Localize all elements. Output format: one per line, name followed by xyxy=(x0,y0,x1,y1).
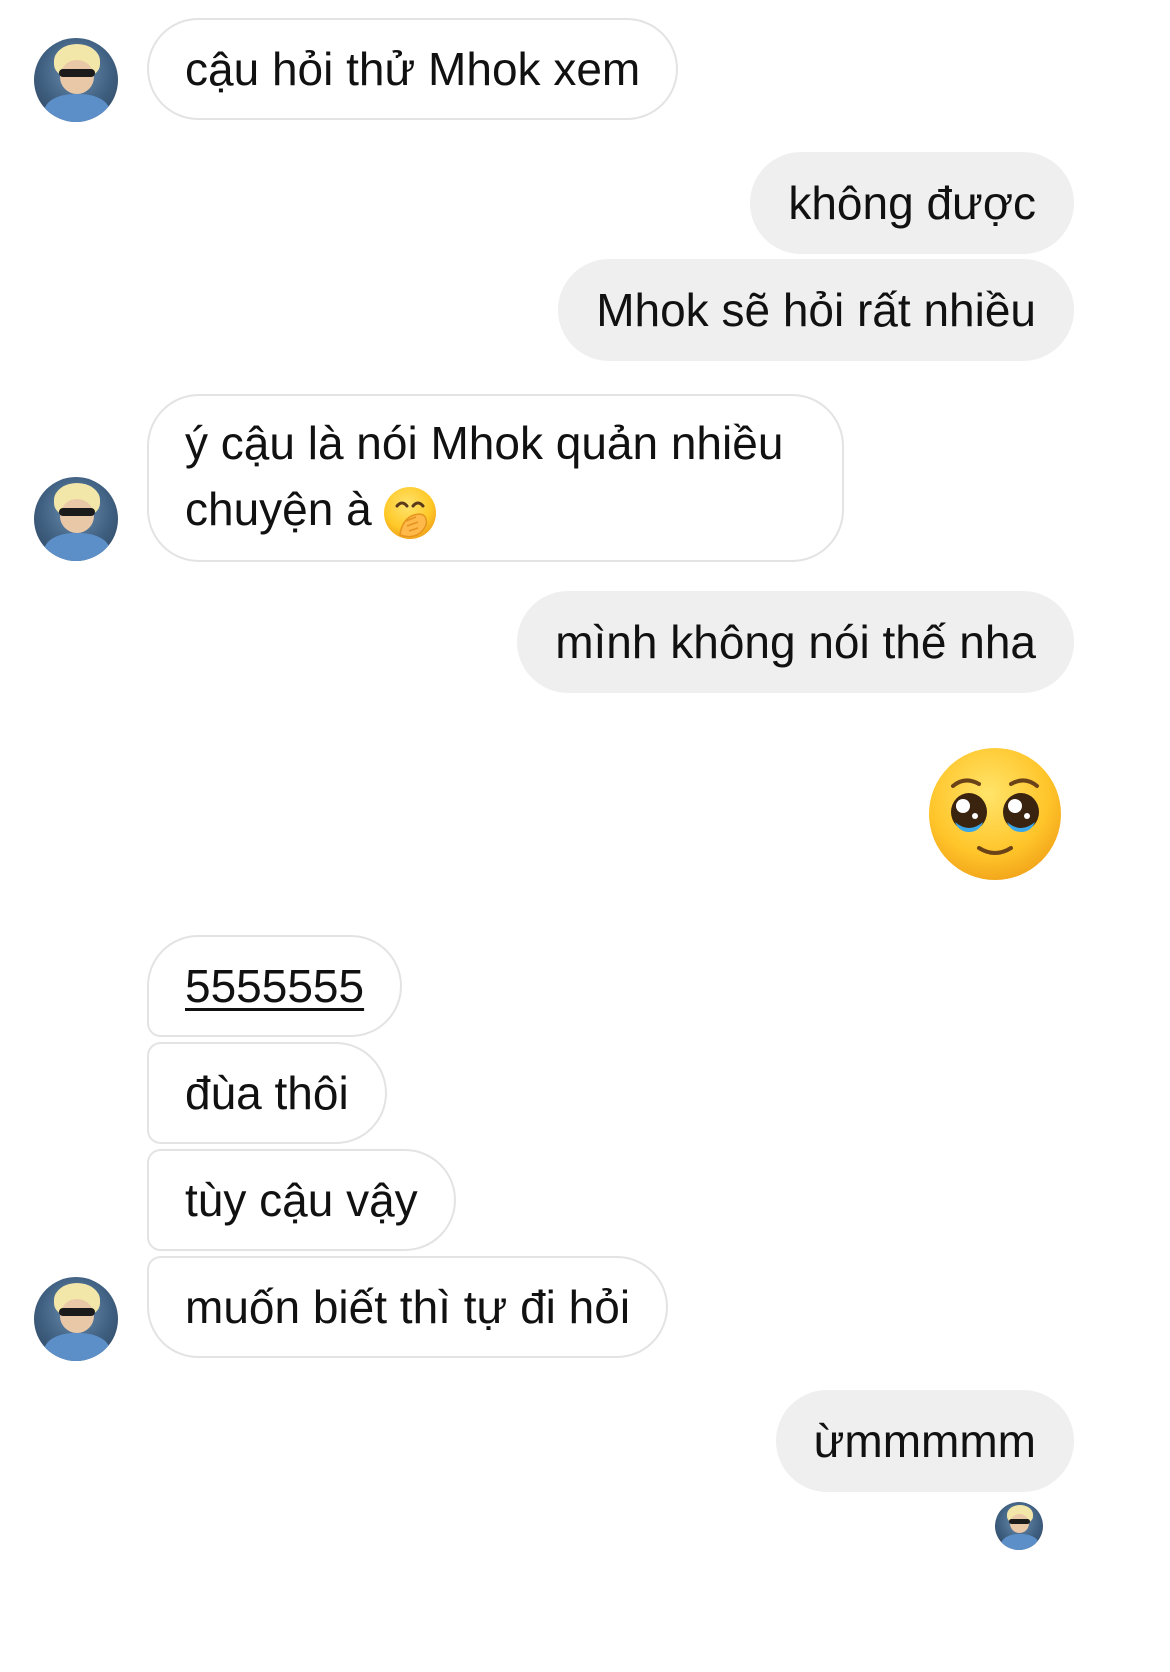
avatar-face xyxy=(60,60,94,94)
avatar-face xyxy=(60,1299,94,1333)
avatar-glasses xyxy=(59,69,95,77)
message-outgoing[interactable]: mình không nói thế nha xyxy=(517,591,1074,693)
message-incoming[interactable]: tùy cậu vậy xyxy=(147,1149,456,1251)
message-outgoing[interactable]: không được xyxy=(750,152,1074,254)
contact-avatar[interactable] xyxy=(34,1277,118,1361)
avatar-face xyxy=(60,499,94,533)
pleading-face-icon[interactable] xyxy=(925,744,1065,884)
message-outgoing[interactable]: ừmmmmm xyxy=(775,1390,1074,1492)
message-outgoing[interactable]: Mhok sẽ hỏi rất nhiều xyxy=(558,259,1074,361)
seen-receipt-avatar xyxy=(995,1502,1043,1550)
avatar-shirt xyxy=(44,94,110,122)
message-incoming[interactable]: muốn biết thì tự đi hỏi xyxy=(147,1256,669,1358)
contact-avatar[interactable] xyxy=(34,477,118,561)
message-incoming[interactable]: ý cậu là nói Mhok quản nhiều chuyện à xyxy=(147,394,844,562)
avatar-shirt xyxy=(44,1333,110,1361)
message-incoming[interactable]: đùa thôi xyxy=(147,1042,387,1144)
message-text: ý cậu là nói Mhok quản nhiều chuyện à xyxy=(185,417,784,535)
message-incoming[interactable]: 5555555 xyxy=(147,935,403,1037)
face-with-hand-over-mouth-icon xyxy=(382,485,438,541)
avatar-shirt xyxy=(1001,1534,1039,1550)
message-incoming[interactable]: cậu hỏi thử Mhok xem xyxy=(147,18,679,120)
avatar-glasses xyxy=(1009,1519,1030,1524)
contact-avatar[interactable] xyxy=(34,38,118,122)
avatar-shirt xyxy=(44,533,110,561)
avatar-glasses xyxy=(59,508,95,516)
avatar-glasses xyxy=(59,1308,95,1316)
message-text: 5555555 xyxy=(185,960,365,1012)
